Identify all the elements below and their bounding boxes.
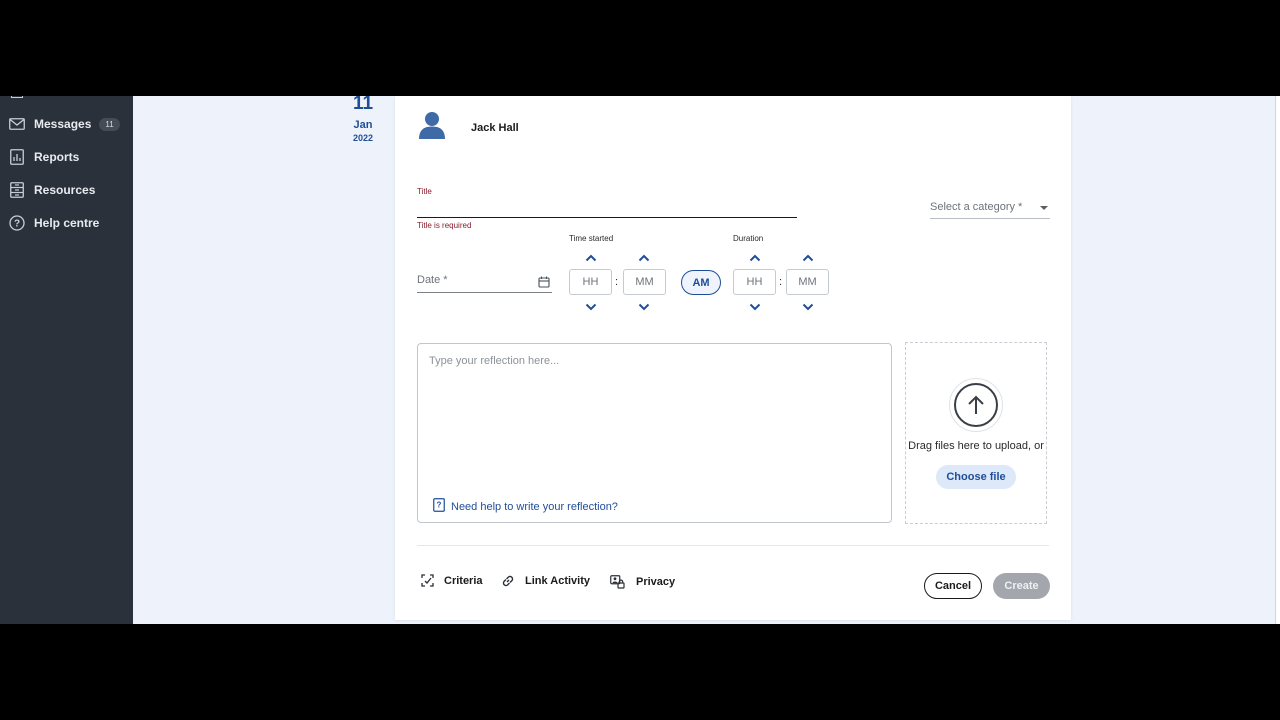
choose-file-button[interactable]: Choose file — [936, 465, 1016, 489]
duration-minutes-input[interactable]: MM — [786, 269, 829, 295]
reflection-help-text: Need help to write your reflection? — [451, 500, 618, 513]
criteria-label: Criteria — [444, 574, 483, 587]
link-activity-button[interactable]: Link Activity — [501, 574, 590, 588]
title-error-message: Title is required — [417, 221, 472, 230]
duration-label: Duration — [733, 234, 764, 243]
partial-nav-icon — [11, 96, 23, 98]
cancel-button[interactable]: Cancel — [924, 573, 982, 599]
footer-divider — [417, 545, 1049, 546]
svg-text:?: ? — [14, 219, 20, 230]
chevron-down-icon — [749, 303, 761, 311]
sidebar-item-reports[interactable]: Reports — [9, 149, 79, 165]
help-icon: ? — [9, 215, 25, 231]
time-hours-increment[interactable] — [584, 253, 598, 263]
svg-text:?: ? — [437, 501, 442, 510]
entry-date: 11 Jan 2022 — [340, 96, 386, 143]
calendar-icon[interactable] — [538, 276, 550, 291]
date-field[interactable]: Date * — [417, 274, 552, 293]
time-minutes-input[interactable]: MM — [623, 269, 666, 295]
duration-separator: : — [779, 276, 783, 288]
category-select[interactable]: Select a category * — [930, 201, 1050, 219]
chevron-down-icon — [638, 303, 650, 311]
upload-arrow-icon — [954, 383, 998, 427]
messages-count-badge: 11 — [99, 117, 120, 131]
title-label: Title — [417, 187, 432, 196]
date-placeholder: Date * — [417, 274, 448, 286]
title-underline — [417, 217, 797, 218]
time-minutes-decrement[interactable] — [637, 302, 651, 312]
sidebar-item-resources[interactable]: Resources — [9, 182, 95, 198]
duration-minutes-increment[interactable] — [801, 253, 815, 263]
sidebar-item-label: Resources — [34, 183, 96, 197]
entry-date-day: 11 — [352, 96, 374, 114]
help-book-icon: ? — [433, 498, 445, 515]
user-name: Jack Hall — [471, 121, 519, 134]
duration-hours-decrement[interactable] — [748, 302, 762, 312]
entry-date-month: Jan — [353, 119, 373, 131]
criteria-icon — [421, 574, 434, 587]
criteria-button[interactable]: Criteria — [421, 574, 483, 587]
mail-icon — [9, 116, 25, 132]
sidebar-item-label: Reports — [34, 150, 80, 164]
chevron-up-icon — [749, 254, 761, 262]
chevron-down-icon — [1040, 206, 1048, 210]
chevron-up-icon — [638, 254, 650, 262]
privacy-icon — [610, 575, 626, 589]
privacy-label: Privacy — [636, 576, 676, 588]
upload-button[interactable] — [949, 378, 1003, 432]
upload-drag-text: Drag files here to upload, or — [908, 440, 1044, 452]
chevron-down-icon — [802, 303, 814, 311]
app-frame: Messages 11 Reports Resources ? Help cen… — [0, 96, 1280, 624]
user-avatar-icon — [417, 110, 447, 145]
title-input[interactable] — [417, 198, 797, 216]
sidebar-item-messages[interactable]: Messages 11 — [9, 116, 120, 132]
entry-date-year: 2022 — [352, 133, 374, 143]
report-icon — [9, 149, 25, 165]
duration-minutes-decrement[interactable] — [801, 302, 815, 312]
resources-icon — [9, 182, 25, 198]
am-pm-toggle[interactable]: AM — [681, 270, 721, 295]
sidebar-item-label: Messages — [34, 117, 92, 131]
reflection-form-card: Jack Hall Title Title is required Select… — [395, 96, 1071, 620]
create-button[interactable]: Create — [993, 573, 1050, 599]
sidebar-item-label: Help centre — [34, 216, 100, 230]
time-started-label: Time started — [569, 234, 614, 243]
sidebar: Messages 11 Reports Resources ? Help cen… — [0, 96, 133, 624]
reflection-box: ? Need help to write your reflection? — [417, 343, 892, 523]
reflection-help-link[interactable]: ? Need help to write your reflection? — [433, 498, 618, 515]
duration-hours-increment[interactable] — [748, 253, 762, 263]
time-hours-input[interactable]: HH — [569, 269, 612, 295]
chevron-up-icon — [802, 254, 814, 262]
privacy-button[interactable]: Privacy — [610, 575, 675, 589]
link-icon — [501, 574, 515, 588]
sidebar-item-help-centre[interactable]: ? Help centre — [9, 215, 99, 231]
file-upload-dropzone[interactable]: Drag files here to upload, or Choose fil… — [905, 342, 1047, 524]
time-minutes-increment[interactable] — [637, 253, 651, 263]
time-separator: : — [615, 276, 619, 288]
category-placeholder: Select a category * — [930, 201, 1023, 213]
window-edge — [1275, 96, 1280, 624]
chevron-down-icon — [585, 303, 597, 311]
user-header: Jack Hall — [417, 110, 519, 145]
reflection-textarea[interactable] — [429, 355, 879, 475]
chevron-up-icon — [585, 254, 597, 262]
duration-hours-input[interactable]: HH — [733, 269, 776, 295]
time-hours-decrement[interactable] — [584, 302, 598, 312]
link-activity-label: Link Activity — [525, 575, 590, 587]
